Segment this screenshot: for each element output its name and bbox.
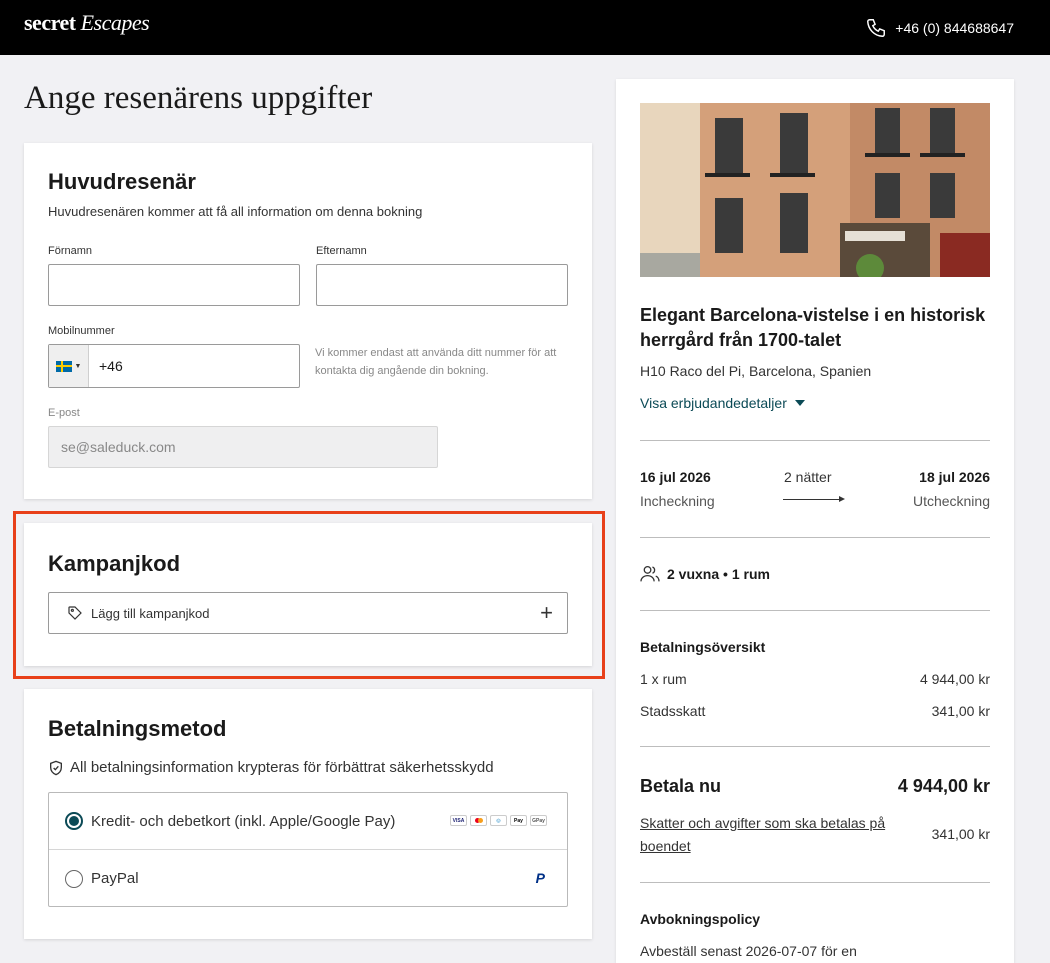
- last-name-input[interactable]: [316, 264, 568, 306]
- people-icon: [640, 565, 660, 582]
- payment-method-heading: Betalningsmetod: [48, 716, 227, 741]
- checkout-label: Utcheckning: [912, 493, 990, 509]
- city-tax-label: Stadsskatt: [640, 703, 706, 719]
- phone-number: +46 (0) 844688647: [895, 20, 1014, 36]
- promo-highlight-frame: [13, 511, 605, 679]
- card-brand-icons: VISA ◎ Pay GPay: [450, 815, 547, 826]
- first-name-input[interactable]: [48, 264, 300, 306]
- payment-option-card[interactable]: Kredit- och debetkort (inkl. Apple/Googl…: [49, 793, 567, 850]
- mobile-field: ▼ +46: [48, 344, 300, 388]
- card-radio[interactable]: [65, 812, 83, 830]
- taxes-fees-link[interactable]: Skatter och avgifter som ska betalas på …: [640, 812, 910, 858]
- pay-now-price: 4 944,00 kr: [897, 776, 990, 796]
- mobile-input[interactable]: +46: [89, 345, 123, 387]
- room-label: 1 x rum: [640, 671, 687, 687]
- arrow-right-icon: [783, 496, 845, 502]
- room-price: 4 944,00 kr: [919, 671, 990, 687]
- first-name-label: Förnamn: [48, 245, 93, 257]
- payment-method-card: Betalningsmetod All betalningsinformatio…: [24, 689, 592, 939]
- taxes-fees-price: 341,00 kr: [931, 826, 990, 842]
- nights-count: 2 nätter: [784, 469, 832, 485]
- diners-icon: ◎: [490, 815, 507, 826]
- shield-icon: [50, 760, 62, 775]
- country-code-select[interactable]: ▼: [49, 345, 89, 387]
- pay-now-label: Betala nu: [640, 776, 722, 796]
- hotel-location: H10 Raco del Pi, Barcelona, Spanien: [640, 363, 872, 379]
- checkin-label: Incheckning: [640, 493, 715, 509]
- phone-contact[interactable]: +46 (0) 844688647: [865, 17, 1014, 39]
- lead-traveller-heading: Huvudresenär: [48, 169, 196, 194]
- apple-pay-icon: Pay: [510, 815, 527, 826]
- lead-traveller-subtitle: Huvudresenären kommer att få all informa…: [48, 204, 423, 219]
- checkin-date: 16 jul 2026: [640, 469, 711, 485]
- booking-summary-panel: Elegant Barcelona-vistelse i en historis…: [616, 79, 1014, 963]
- mastercard-icon: [470, 815, 487, 826]
- mobile-label: Mobilnummer: [48, 325, 115, 337]
- divider: [640, 537, 990, 538]
- guests-summary: 2 vuxna • 1 rum: [640, 565, 770, 583]
- secret-escapes-logo[interactable]: secret Escapes: [24, 10, 150, 36]
- email-label: E-post: [48, 407, 80, 419]
- caret-down-icon: [794, 400, 805, 406]
- payment-overview-heading: Betalningsöversikt: [640, 639, 766, 655]
- email-input: [48, 426, 438, 468]
- paypal-icon: P: [535, 870, 545, 886]
- hotel-image: [640, 103, 990, 277]
- paypal-radio[interactable]: [65, 869, 83, 888]
- offer-title: Elegant Barcelona-vistelse i en historis…: [640, 305, 986, 350]
- payment-option-paypal[interactable]: PayPal P: [49, 850, 567, 907]
- checkout-date: 18 jul 2026: [919, 469, 990, 485]
- payment-options: Kredit- och debetkort (inkl. Apple/Googl…: [48, 792, 568, 907]
- last-name-label: Efternamn: [316, 245, 367, 257]
- divider: [640, 610, 990, 611]
- phone-icon: [867, 19, 886, 37]
- chevron-down-icon: ▼: [74, 362, 82, 370]
- top-header: secret Escapes +46 (0) 844688647: [0, 0, 1050, 55]
- sweden-flag-icon: [55, 360, 72, 372]
- mobile-hint: Vi kommer endast att använda ditt nummer…: [315, 347, 557, 377]
- google-pay-icon: GPay: [530, 815, 547, 826]
- divider: [640, 440, 990, 441]
- divider: [640, 882, 990, 883]
- city-tax-price: 341,00 kr: [931, 703, 990, 719]
- offer-details-link[interactable]: Visa erbjudandedetaljer: [640, 395, 805, 411]
- divider: [640, 746, 990, 747]
- page-title: Ange resenärens uppgifter: [24, 80, 373, 116]
- secure-note: All betalningsinformation krypteras för …: [48, 759, 494, 776]
- lead-traveller-card: Huvudresenär Huvudresenären kommer att f…: [24, 143, 592, 499]
- cancellation-policy-text: Avbeställ senast 2026-07-07 för en: [640, 943, 857, 959]
- visa-icon: VISA: [450, 815, 467, 826]
- cancellation-policy-heading: Avbokningspolicy: [640, 911, 761, 927]
